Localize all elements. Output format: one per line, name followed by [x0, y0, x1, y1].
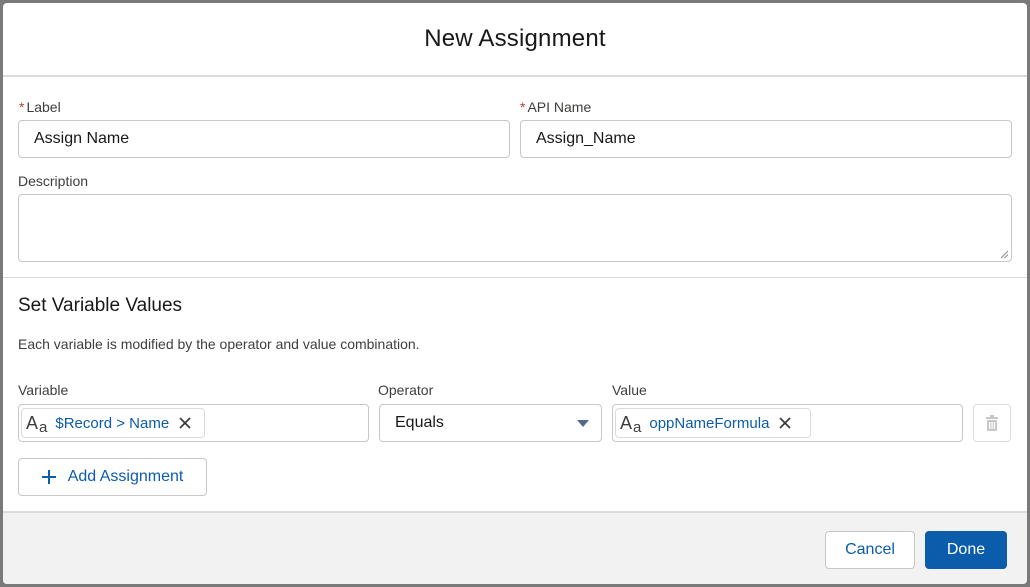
api-name-input-value: Assign_Name: [536, 130, 636, 147]
chevron-down-icon: [577, 420, 589, 427]
variable-column-header: Variable: [18, 382, 69, 398]
add-assignment-label: Add Assignment: [67, 468, 184, 485]
variable-combobox[interactable]: Aa $Record > Name: [18, 404, 369, 442]
modal-footer: Cancel Done: [3, 511, 1027, 584]
required-mark: *: [520, 99, 526, 115]
modal-title: New Assignment: [424, 25, 606, 52]
trash-icon: [986, 415, 998, 431]
section-divider: [3, 277, 1027, 278]
add-assignment-button[interactable]: Add Assignment: [18, 458, 207, 496]
text-type-icon: Aa: [26, 413, 48, 436]
variable-pill-label: $Record > Name: [55, 414, 170, 432]
required-mark: *: [19, 99, 25, 115]
text-type-icon: Aa: [620, 413, 642, 436]
delete-row-button[interactable]: [973, 404, 1011, 442]
value-combobox[interactable]: Aa oppNameFormula: [612, 404, 963, 442]
resize-grip-icon[interactable]: [1000, 250, 1009, 259]
variable-pill[interactable]: Aa $Record > Name: [21, 408, 205, 438]
label-field-label: * Label: [19, 99, 61, 115]
operator-column-header: Operator: [378, 382, 434, 398]
value-column-header: Value: [612, 382, 647, 398]
description-textarea[interactable]: [18, 194, 1012, 262]
operator-select[interactable]: Equals: [379, 404, 602, 442]
section-title: Set Variable Values: [18, 295, 183, 316]
cancel-button[interactable]: Cancel: [825, 531, 915, 569]
value-pill-label: oppNameFormula: [649, 414, 770, 432]
api-name-field-label: * API Name: [520, 99, 591, 115]
close-icon[interactable]: [178, 416, 192, 430]
plus-icon: [41, 470, 56, 484]
label-input[interactable]: Assign Name: [18, 120, 510, 158]
close-icon[interactable]: [778, 416, 792, 430]
label-field-label-text: Label: [26, 99, 61, 115]
new-assignment-modal: New Assignment * Label Assign Name * API N…: [3, 3, 1027, 584]
description-field-label: Description: [18, 173, 89, 189]
section-help-text: Each variable is modified by the operato…: [18, 336, 420, 352]
api-name-input[interactable]: Assign_Name: [520, 120, 1012, 158]
label-input-value: Assign Name: [34, 130, 130, 147]
modal-header: New Assignment: [3, 3, 1027, 77]
operator-select-value: Equals: [395, 414, 444, 431]
value-pill[interactable]: Aa oppNameFormula: [615, 408, 811, 438]
api-name-field-label-text: API Name: [527, 99, 592, 115]
done-button[interactable]: Done: [925, 531, 1007, 569]
